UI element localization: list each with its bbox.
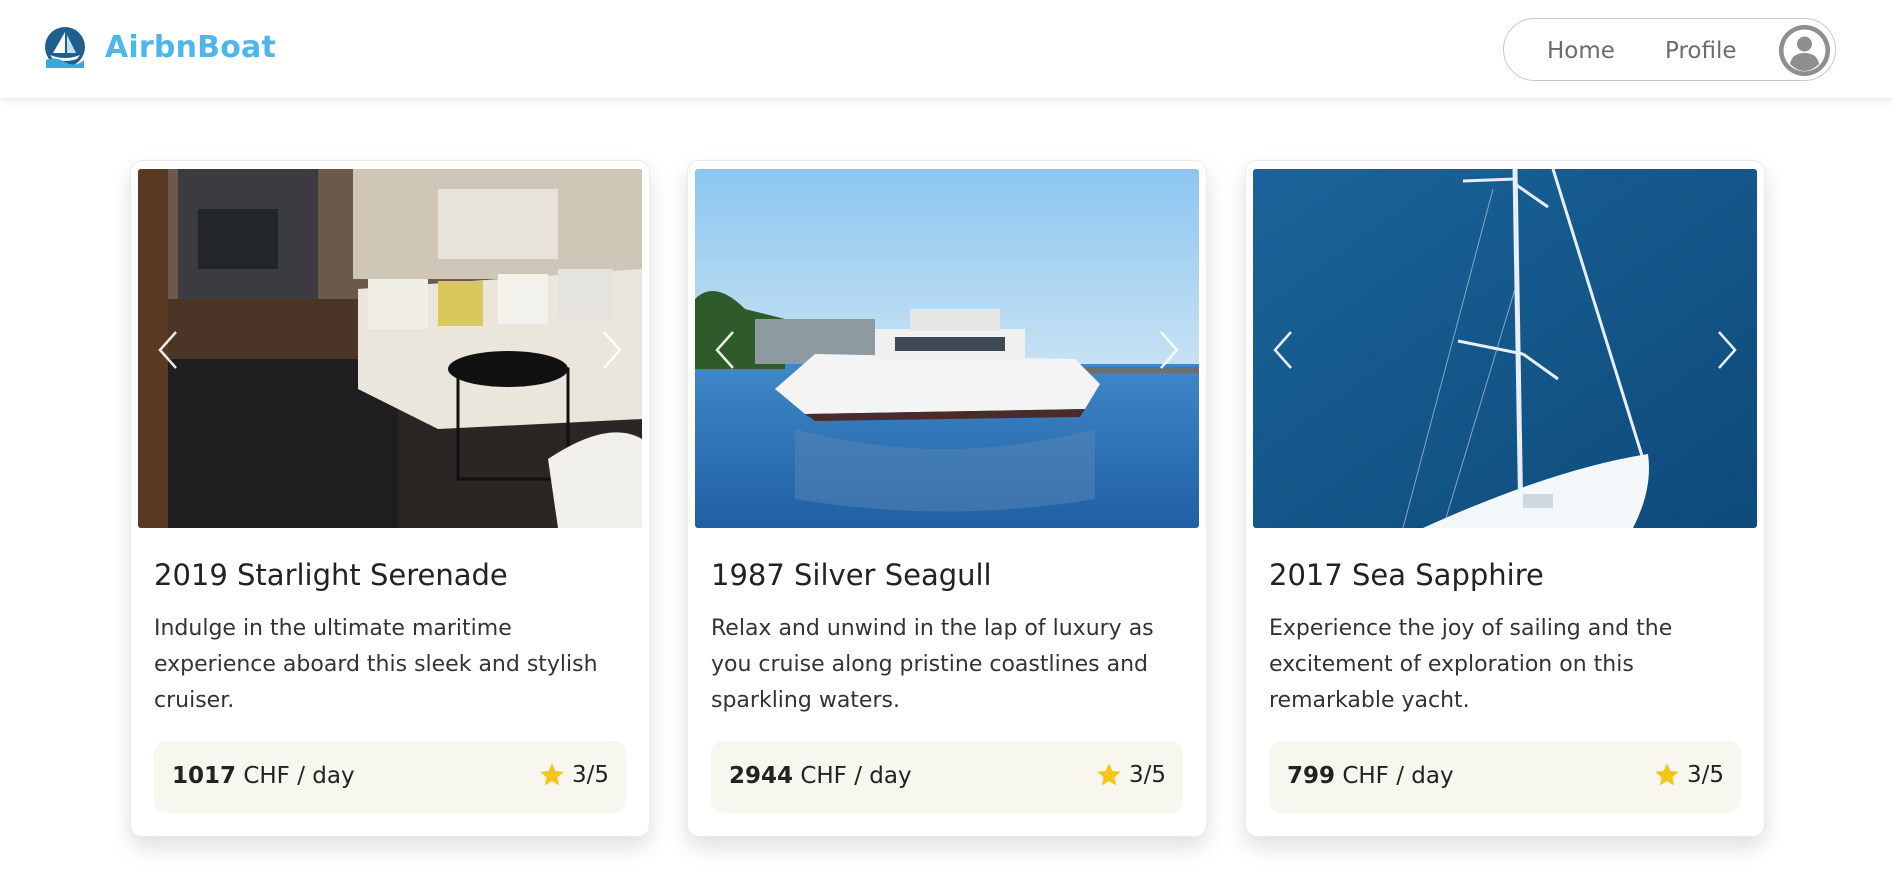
rating-value: 3/5: [571, 762, 609, 788]
listing-footer: 2944 CHF / day 3/5: [711, 741, 1183, 813]
price-amount: 1017: [172, 763, 237, 789]
listing-price: 1017 CHF / day: [172, 763, 355, 789]
sailboat-logo-icon: [45, 27, 85, 68]
listing-description: Relax and unwind in the lap of luxury as…: [711, 616, 1154, 713]
price-amount: 2944: [729, 763, 794, 789]
listing-description: Indulge in the ultimate maritime experie…: [154, 616, 598, 713]
price-amount: 799: [1287, 763, 1336, 789]
listing-photo: [138, 169, 642, 528]
rating-value: 3/5: [1686, 762, 1724, 788]
nav-profile-link[interactable]: Profile: [1665, 38, 1737, 64]
listing-rating: 3/5: [1095, 761, 1166, 789]
price-unit: CHF / day: [800, 763, 912, 789]
chevron-right-icon[interactable]: [594, 327, 630, 373]
listing-card[interactable]: 2017 Sea Sapphire Experience the joy of …: [1245, 160, 1765, 837]
star-icon: [1097, 763, 1121, 786]
listing-image-carousel[interactable]: [138, 169, 642, 528]
listing-photo: [695, 169, 1199, 528]
nav-menu: Home Profile: [1503, 18, 1836, 81]
listing-card[interactable]: 1987 Silver Seagull Relax and unwind in …: [687, 160, 1207, 837]
listing-photo: [1253, 169, 1757, 528]
chevron-left-icon[interactable]: [150, 327, 186, 373]
price-unit: CHF / day: [1342, 763, 1454, 789]
listing-card[interactable]: 2019 Starlight Serenade Indulge in the u…: [130, 160, 650, 837]
listing-image-carousel[interactable]: [695, 169, 1199, 528]
brand-name: AirbnBoat: [105, 29, 276, 65]
listing-image-carousel[interactable]: [1253, 169, 1757, 528]
listing-title: 1987 Silver Seagull: [711, 558, 992, 592]
listing-price: 2944 CHF / day: [729, 763, 912, 789]
star-icon: [1655, 763, 1679, 786]
price-unit: CHF / day: [243, 763, 355, 789]
listing-rating: 3/5: [538, 761, 609, 789]
chevron-right-icon[interactable]: [1151, 327, 1187, 373]
star-icon: [540, 763, 564, 786]
listing-footer: 1017 CHF / day 3/5: [154, 741, 626, 813]
chevron-left-icon[interactable]: [707, 327, 743, 373]
nav-home-link[interactable]: Home: [1547, 38, 1615, 64]
rating-value: 3/5: [1128, 762, 1166, 788]
listing-title: 2019 Starlight Serenade: [154, 558, 508, 592]
listing-title: 2017 Sea Sapphire: [1269, 558, 1544, 592]
chevron-right-icon[interactable]: [1709, 327, 1745, 373]
chevron-left-icon[interactable]: [1265, 327, 1301, 373]
top-navbar: AirbnBoat Home Profile: [0, 0, 1894, 98]
listing-price: 799 CHF / day: [1287, 763, 1454, 789]
listing-rating: 3/5: [1653, 761, 1724, 789]
listing-description: Experience the joy of sailing and the ex…: [1269, 616, 1673, 713]
listing-footer: 799 CHF / day 3/5: [1269, 741, 1741, 813]
brand[interactable]: AirbnBoat: [44, 26, 276, 68]
user-avatar-icon[interactable]: [1779, 25, 1830, 76]
